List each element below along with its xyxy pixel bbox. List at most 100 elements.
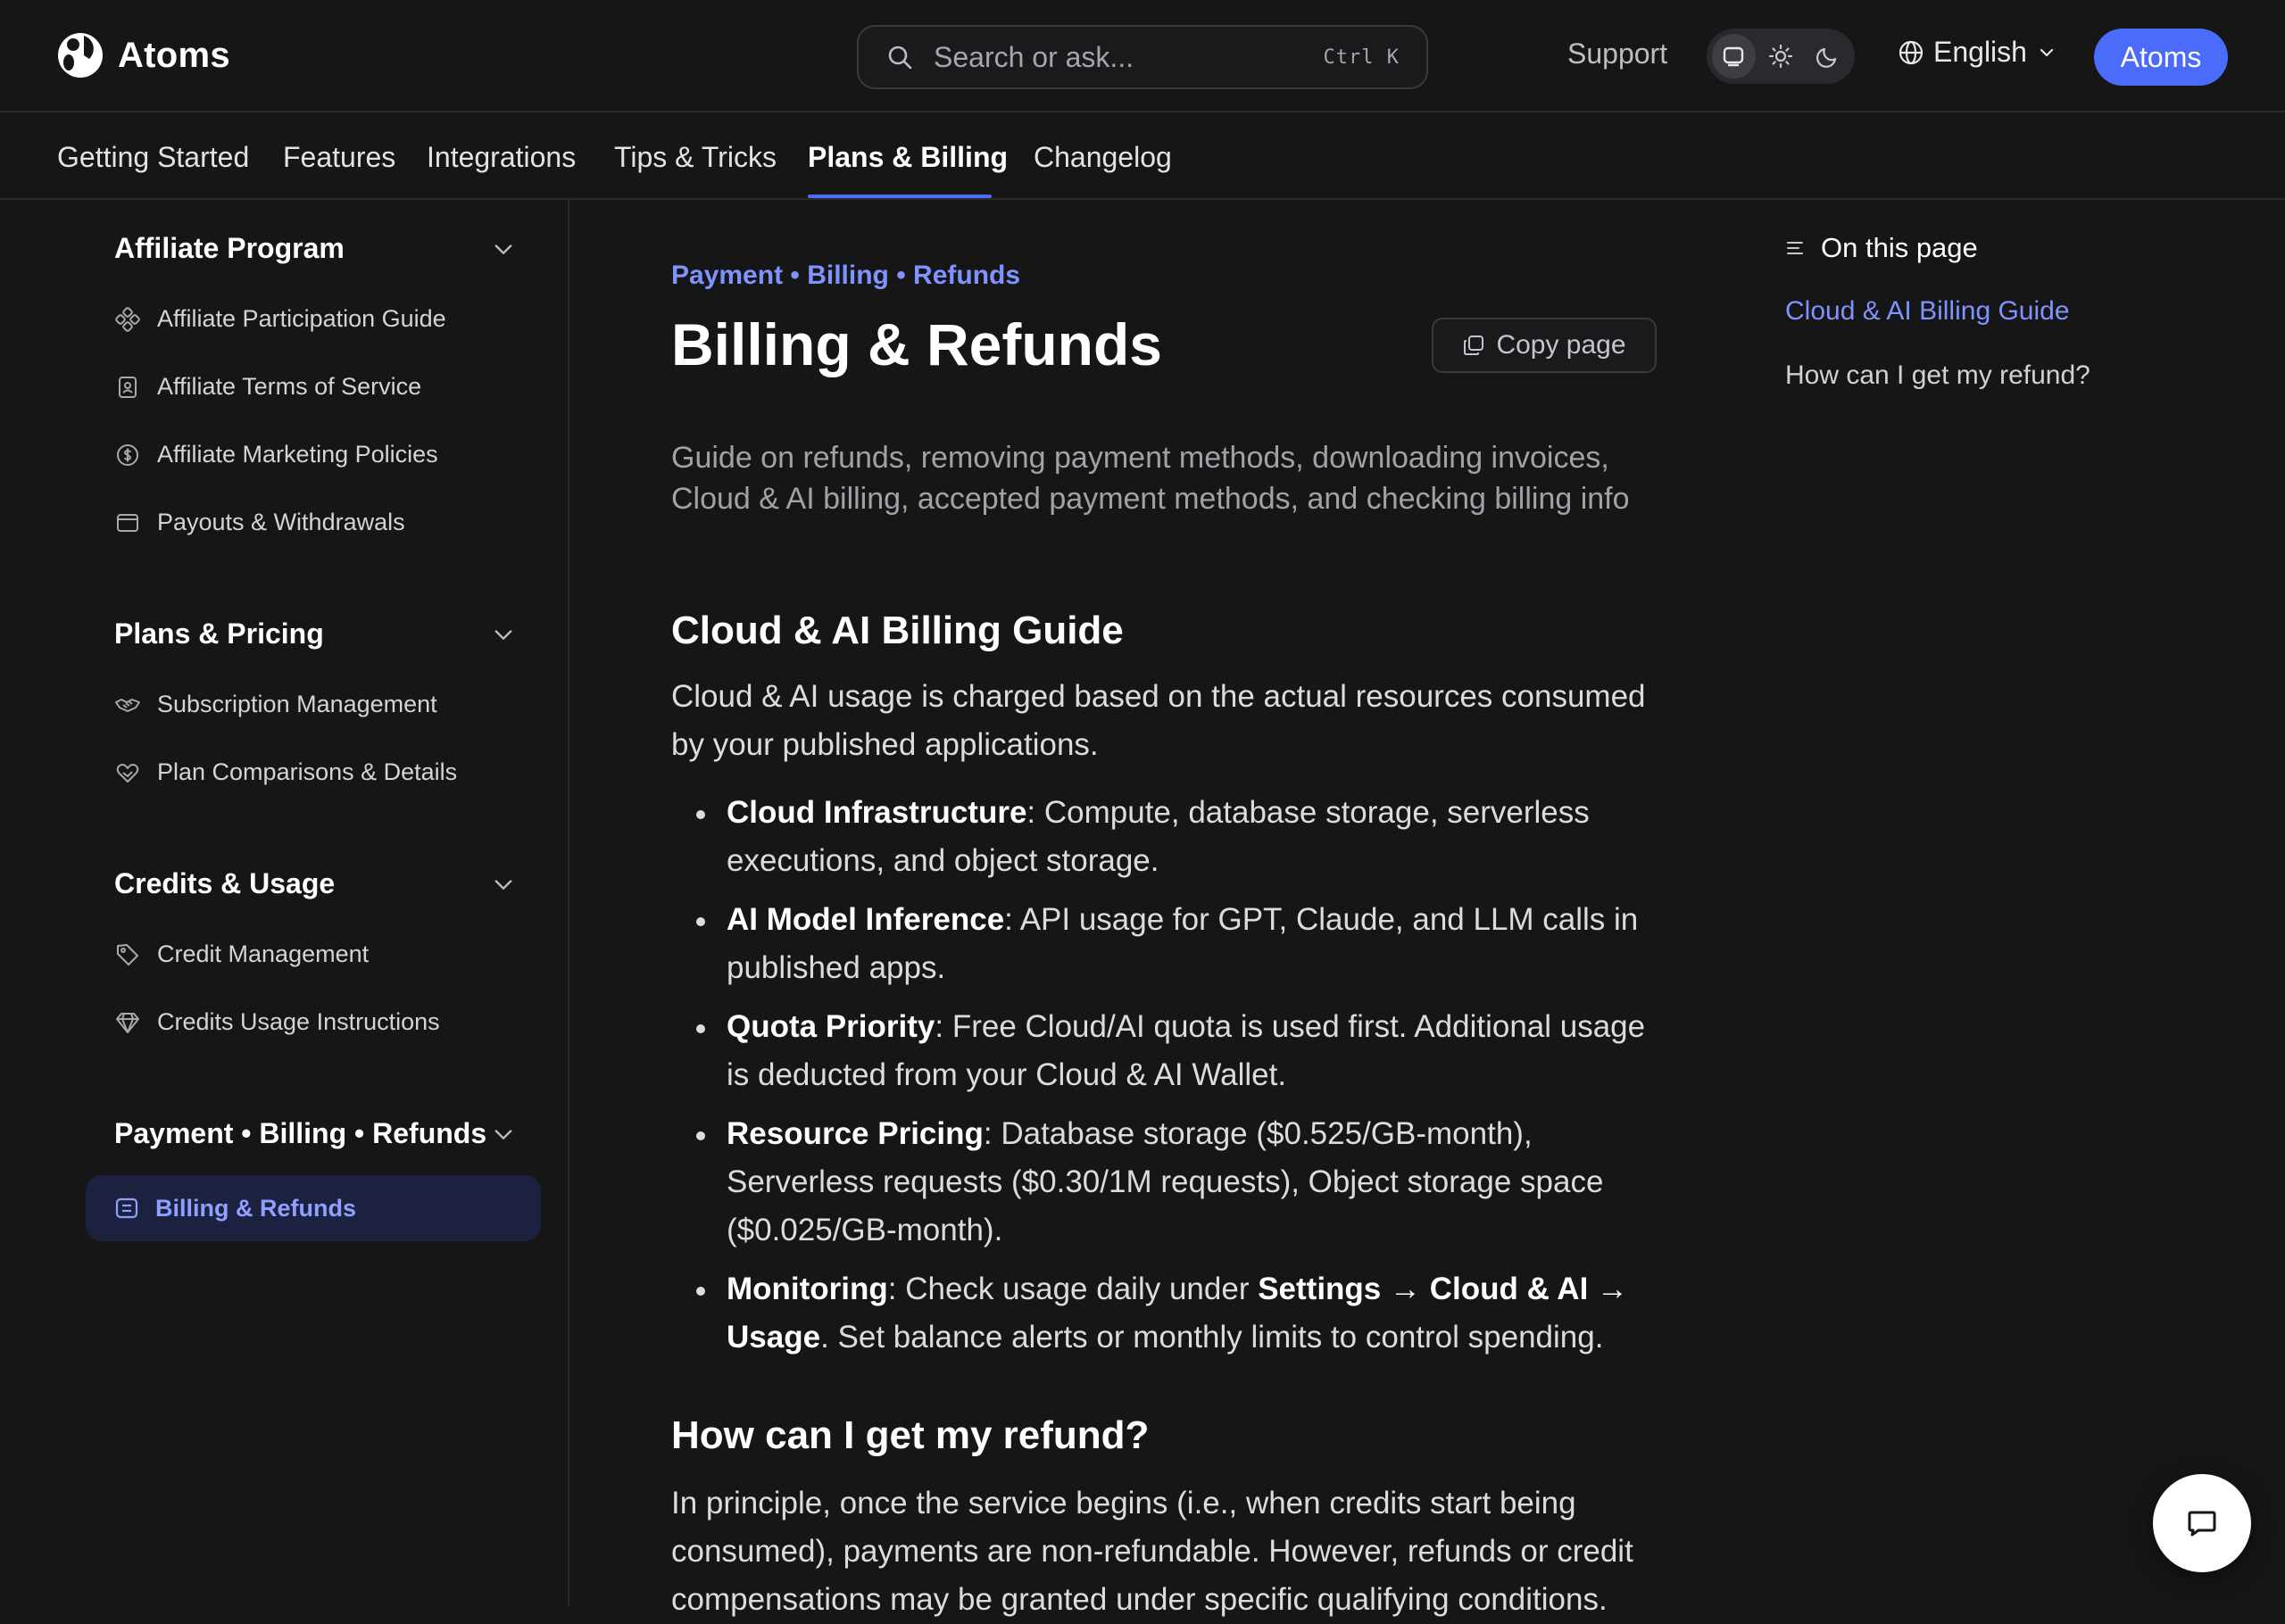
language-selector[interactable]: English — [1898, 36, 2057, 69]
chat-bubble-icon — [2184, 1505, 2220, 1541]
bullet-term: Resource Pricing — [727, 1116, 984, 1151]
wallet-icon — [114, 510, 141, 536]
sidebar-item-affiliate-marketing-policies[interactable]: Affiliate Marketing Policies — [114, 441, 438, 468]
chevron-down-icon — [491, 622, 516, 647]
section-intro: Cloud & AI usage is charged based on the… — [671, 679, 1646, 762]
monitor-icon — [1721, 44, 1746, 69]
sidebar-item-label: Affiliate Terms of Service — [157, 373, 422, 400]
search-shortcut-hint: Ctrl K — [1323, 46, 1400, 69]
tab-plans-billing[interactable]: Plans & Billing — [808, 141, 1008, 174]
sidebar-item-plan-comparisons[interactable]: Plan Comparisons & Details — [114, 758, 457, 786]
cloud-ai-path-segment: Cloud & AI — [1429, 1272, 1589, 1306]
support-link[interactable]: Support — [1567, 37, 1667, 70]
handshake-icon — [114, 692, 141, 718]
sidebar: Affiliate Program Affiliate Participatio… — [0, 200, 569, 1606]
settings-path-segment: Settings — [1258, 1272, 1382, 1306]
tab-tips-tricks[interactable]: Tips & Tricks — [614, 141, 777, 174]
sidebar-item-subscription-management[interactable]: Subscription Management — [114, 691, 437, 718]
copy-page-label: Copy page — [1496, 330, 1626, 360]
refund-paragraph: In principle, once the service begins (i… — [671, 1486, 1633, 1617]
sidebar-group-affiliate-program[interactable]: Affiliate Program — [114, 232, 516, 265]
list-item: Monitoring: Check usage daily under Sett… — [671, 1265, 1657, 1362]
copy-icon — [1462, 334, 1485, 357]
page-description: Guide on refunds, removing payment metho… — [671, 441, 1630, 516]
sidebar-group-title: Payment • Billing • Refunds — [114, 1117, 487, 1149]
toc-link-cloud-ai-billing[interactable]: Cloud & AI Billing Guide — [1785, 296, 2070, 327]
dollar-icon — [114, 442, 141, 468]
sidebar-group-plans-pricing[interactable]: Plans & Pricing — [114, 617, 516, 650]
tab-integrations[interactable]: Integrations — [427, 141, 576, 174]
sidebar-item-label: Billing & Refunds — [155, 1194, 356, 1222]
list-item: Quota Priority: Free Cloud/AI quota is u… — [671, 1003, 1657, 1099]
usage-path-segment: Usage — [727, 1320, 821, 1355]
sidebar-item-label: Plan Comparisons & Details — [157, 758, 458, 785]
sidebar-item-label: Credit Management — [157, 940, 370, 967]
tab-features[interactable]: Features — [283, 141, 395, 174]
sidebar-item-credit-management[interactable]: Credit Management — [114, 940, 369, 968]
path-arrow: → — [1588, 1272, 1629, 1306]
tag-icon — [114, 941, 141, 968]
theme-dark-button[interactable] — [1806, 34, 1849, 79]
theme-light-button[interactable] — [1759, 34, 1803, 79]
tab-getting-started[interactable]: Getting Started — [57, 141, 249, 174]
sidebar-item-affiliate-participation-guide[interactable]: Affiliate Participation Guide — [114, 305, 446, 333]
search-box[interactable]: Search or ask... Ctrl K — [857, 25, 1428, 89]
bullet-term: Quota Priority — [727, 1009, 935, 1044]
sidebar-item-billing-refunds[interactable]: Billing & Refunds — [86, 1175, 541, 1241]
tab-changelog[interactable]: Changelog — [1034, 141, 1172, 174]
moon-icon — [1816, 44, 1840, 69]
atoms-logo-icon — [57, 32, 104, 79]
bullet-term: AI Model Inference — [727, 902, 1005, 937]
sidebar-item-label: Payouts & Withdrawals — [157, 509, 405, 535]
atoms-cta-button[interactable]: Atoms — [2094, 29, 2228, 86]
sidebar-group-title: Plans & Pricing — [114, 617, 324, 650]
diamond-icon — [114, 1009, 141, 1036]
sidebar-item-label: Affiliate Participation Guide — [157, 305, 446, 332]
bullet-text: : Check usage daily under — [887, 1272, 1259, 1306]
sidebar-item-affiliate-terms[interactable]: Affiliate Terms of Service — [114, 373, 421, 401]
bullet-text: . Set balance alerts or monthly limits t… — [820, 1320, 1604, 1355]
sidebar-group-payment-billing-refunds[interactable]: Payment • Billing • Refunds — [114, 1117, 516, 1150]
section-heading-refund: How can I get my refund? — [671, 1413, 1150, 1457]
path-arrow: → — [1381, 1272, 1430, 1306]
brand-logo-link[interactable]: Atoms — [57, 32, 230, 79]
sun-icon — [1768, 44, 1793, 69]
sidebar-item-label: Credits Usage Instructions — [157, 1008, 440, 1035]
list-item: AI Model Inference: API usage for GPT, C… — [671, 896, 1657, 992]
list-item: Resource Pricing: Database storage ($0.5… — [671, 1110, 1657, 1255]
page-title: Billing & Refunds — [671, 311, 1162, 377]
list-icon — [1785, 238, 1805, 258]
top-navigation-bar: Atoms Search or ask... Ctrl K Support En… — [0, 0, 2285, 112]
sidebar-group-credits-usage[interactable]: Credits & Usage — [114, 867, 516, 900]
breadcrumb[interactable]: Payment • Billing • Refunds — [671, 261, 1020, 291]
section-heading-cloud-ai-billing: Cloud & AI Billing Guide — [671, 609, 1124, 652]
chat-support-button[interactable] — [2153, 1474, 2251, 1572]
network-icon — [114, 306, 141, 333]
copy-page-button[interactable]: Copy page — [1432, 318, 1657, 373]
sidebar-item-label: Affiliate Marketing Policies — [157, 441, 438, 468]
chevron-down-icon — [491, 236, 516, 261]
document-icon — [114, 374, 141, 401]
toc-link-refund[interactable]: How can I get my refund? — [1785, 360, 2090, 391]
theme-toggle — [1707, 29, 1855, 84]
chevron-down-icon — [2036, 42, 2057, 63]
theme-system-button[interactable] — [1712, 34, 1756, 79]
receipt-icon — [114, 1196, 139, 1221]
chevron-down-icon — [491, 1122, 516, 1147]
heart-icon — [114, 759, 141, 786]
sidebar-item-credits-usage-instructions[interactable]: Credits Usage Instructions — [114, 1008, 440, 1036]
section-tabs: Getting Started Features Integrations Ti… — [0, 114, 2285, 200]
brand-name: Atoms — [118, 35, 230, 75]
globe-icon — [1898, 39, 1924, 66]
sidebar-group-title: Affiliate Program — [114, 232, 345, 264]
search-icon — [885, 43, 914, 71]
toc-heading: On this page — [1785, 232, 1978, 264]
chevron-down-icon — [491, 872, 516, 897]
language-label: English — [1933, 36, 2027, 68]
active-tab-indicator — [808, 195, 992, 198]
list-item: Cloud Infrastructure: Compute, database … — [671, 789, 1657, 885]
sidebar-group-title: Credits & Usage — [114, 867, 336, 899]
sidebar-item-payouts-withdrawals[interactable]: Payouts & Withdrawals — [114, 509, 405, 536]
sidebar-item-label: Subscription Management — [157, 691, 437, 717]
bullet-term: Cloud Infrastructure — [727, 795, 1027, 830]
